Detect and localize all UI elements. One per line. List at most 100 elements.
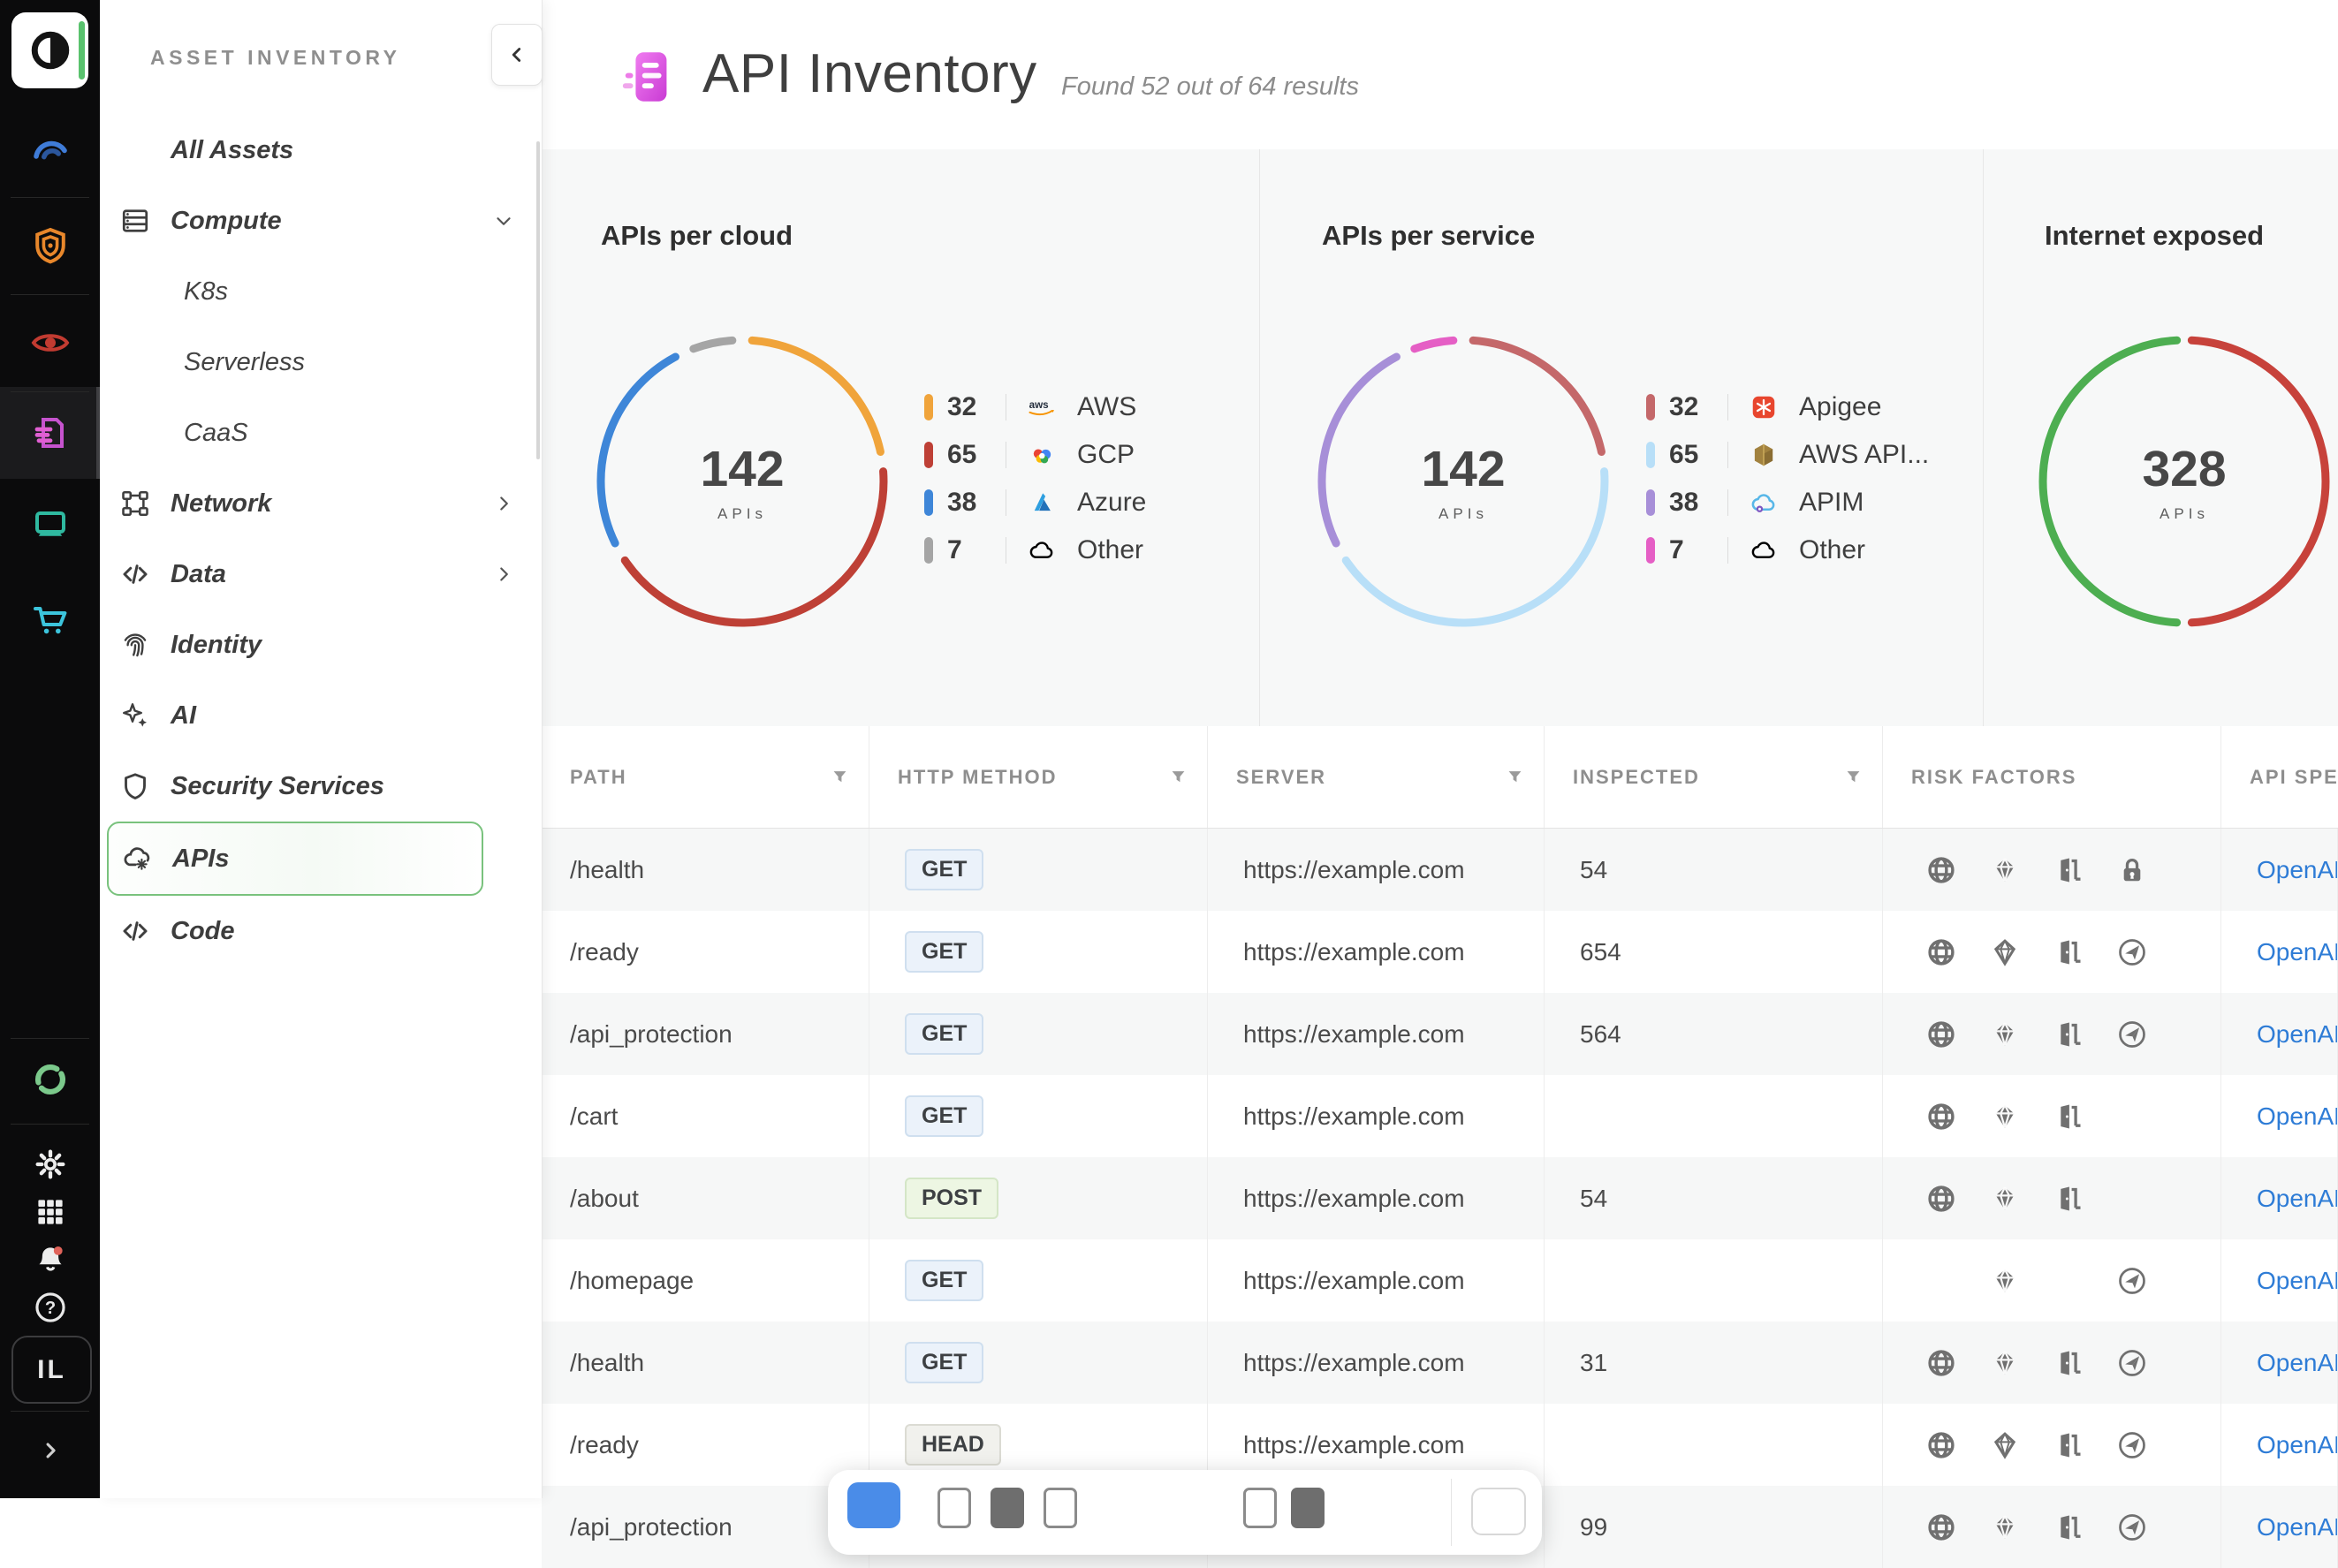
cell-api-spec: OpenAPI: [2221, 911, 2338, 993]
toolbar-icon[interactable]: [991, 1488, 1024, 1528]
rail-expand-button[interactable]: [0, 1424, 100, 1477]
sidebar-item-identity[interactable]: Identity: [100, 610, 542, 680]
legend-swatch: [1646, 442, 1655, 468]
table-row[interactable]: /aboutPOSThttps://example.com54OpenAPI: [542, 1157, 2338, 1239]
cell-risk-factors: [1883, 1075, 2221, 1157]
donut-chart: [592, 331, 892, 632]
rail-item-platform-arcs[interactable]: [0, 104, 100, 193]
sidebar-item-ai[interactable]: AI: [100, 680, 542, 751]
api-spec-link[interactable]: OpenAPI: [2257, 1431, 2338, 1459]
sidebar-item-k8s[interactable]: K8s: [100, 256, 542, 327]
table-row[interactable]: /cartGEThttps://example.comOpenAPI: [542, 1075, 2338, 1157]
legend-item-apigee: 32Apigee: [1646, 383, 1929, 431]
door-risk-icon: [2037, 1511, 2100, 1543]
rail-item-cart-cyan[interactable]: [0, 576, 100, 664]
rail-item-help[interactable]: [0, 1281, 100, 1334]
cell-path: /api_protection: [542, 993, 869, 1075]
gem-risk-icon: [1973, 1101, 2037, 1132]
legend-item-other: 7Other: [1646, 526, 1929, 574]
rail-item-shield-orange[interactable]: [0, 201, 100, 290]
filter-icon[interactable]: [1171, 769, 1186, 784]
api-spec-link[interactable]: OpenAPI: [2257, 1513, 2338, 1541]
sidebar-item-label: Serverless: [184, 348, 305, 377]
rail-item-notifications[interactable]: [0, 1233, 100, 1286]
sidebar-item-caas[interactable]: CaaS: [100, 398, 542, 468]
app-logo[interactable]: [11, 12, 88, 88]
api-spec-link[interactable]: OpenAPI: [2257, 1020, 2338, 1049]
avatar[interactable]: IL: [11, 1336, 92, 1404]
filter-icon[interactable]: [1507, 769, 1522, 784]
plane-risk-icon: [2100, 1019, 2164, 1050]
sidebar-item-network[interactable]: Network: [100, 468, 542, 539]
legend-label: Other: [1799, 535, 1865, 565]
cell-http-method: GET: [869, 911, 1208, 993]
table-row[interactable]: /api_protectionGEThttps://example.com564…: [542, 993, 2338, 1075]
toolbar-icon[interactable]: [937, 1488, 971, 1528]
toolbar-secondary-button[interactable]: [1471, 1488, 1526, 1535]
sidebar-item-data[interactable]: Data: [100, 539, 542, 610]
donut-segment-other: [1415, 340, 1454, 348]
column-header-inspected[interactable]: INSPECTED: [1545, 726, 1883, 828]
toolbar-icon[interactable]: [1243, 1488, 1277, 1528]
globe-risk-icon: [1909, 1429, 1973, 1461]
api-spec-link[interactable]: OpenAPI: [2257, 1185, 2338, 1213]
column-header-path[interactable]: PATH: [542, 726, 869, 828]
sidebar-item-compute[interactable]: Compute: [100, 186, 542, 256]
api-spec-link[interactable]: OpenAPI: [2257, 856, 2338, 884]
chart-apis-per-cloud: APIs per cloud 142 APIs 32AWS65GCP38Azur…: [542, 149, 1259, 726]
rail-item-settings[interactable]: [0, 1138, 100, 1191]
sidebar-nav: All AssetsComputeK8s Serverless CaaSNetwor…: [100, 115, 542, 966]
api-spec-link[interactable]: OpenAPI: [2257, 1102, 2338, 1131]
rail-item-api-pages[interactable]: [0, 389, 100, 477]
cell-path: /cart: [542, 1075, 869, 1157]
chart-legend: 32Apigee65AWS API...38APIM7Other: [1646, 383, 1929, 574]
legend-label: GCP: [1077, 440, 1135, 470]
table-row[interactable]: /readyGEThttps://example.com654OpenAPI: [542, 911, 2338, 993]
cell-path: /health: [542, 1322, 869, 1404]
rail-item-sync-ring[interactable]: [0, 1035, 100, 1124]
legend-label: APIM: [1799, 488, 1864, 518]
gem-o-risk-icon: [1973, 936, 2037, 968]
legend-label: Azure: [1077, 488, 1146, 518]
chevron-left-icon: [505, 43, 528, 66]
column-header-risk-factors[interactable]: RISK FACTORS: [1883, 726, 2221, 828]
sidebar-item-code[interactable]: Code: [100, 896, 542, 966]
column-header-http-method[interactable]: HTTP METHOD: [869, 726, 1208, 828]
sidebar-item-label: AI: [171, 701, 196, 731]
table-row[interactable]: /healthGEThttps://example.com54OpenAPI: [542, 829, 2338, 911]
legend-item-aws-api: 65AWS API...: [1646, 431, 1929, 479]
door-risk-icon: [2037, 1347, 2100, 1379]
sidebar-item-all-assets[interactable]: All Assets: [100, 115, 542, 186]
sidebar-item-label: APIs: [172, 845, 229, 874]
donut-segment-apigee: [1473, 340, 1601, 451]
filter-icon[interactable]: [832, 769, 847, 784]
column-header-api-spec[interactable]: API SPEC: [2221, 726, 2338, 828]
sidebar-collapse-button[interactable]: [491, 24, 543, 86]
column-header-server[interactable]: SERVER: [1208, 726, 1545, 828]
api-spec-link[interactable]: OpenAPI: [2257, 1349, 2338, 1377]
plane-risk-icon: [2100, 1511, 2164, 1543]
charts-band: APIs per cloud 142 APIs 32AWS65GCP38Azur…: [542, 149, 2338, 726]
globe-risk-icon: [1909, 1019, 1973, 1050]
table-row[interactable]: /healthGEThttps://example.com31OpenAPI: [542, 1322, 2338, 1404]
rail-item-apps[interactable]: [0, 1185, 100, 1238]
table-row[interactable]: /homepageGEThttps://example.comOpenAPI: [542, 1239, 2338, 1322]
globe-risk-icon: [1909, 1347, 1973, 1379]
sidebar-item-serverless[interactable]: Serverless: [100, 327, 542, 398]
legend-swatch: [1646, 489, 1655, 516]
sidebar-item-label: Code: [171, 917, 235, 946]
rail-item-workload-teal[interactable]: [0, 479, 100, 567]
chart-title: APIs per service: [1322, 220, 1535, 252]
cell-path: /ready: [542, 911, 869, 993]
cell-http-method: GET: [869, 829, 1208, 911]
filter-icon[interactable]: [1846, 769, 1861, 784]
toolbar-icon[interactable]: [1044, 1488, 1077, 1528]
toolbar-primary-button[interactable]: [847, 1482, 900, 1528]
api-spec-link[interactable]: OpenAPI: [2257, 938, 2338, 966]
api-spec-link[interactable]: OpenAPI: [2257, 1267, 2338, 1295]
sidebar-item-security-services[interactable]: Security Services: [100, 751, 542, 822]
legend-item-azure: 38Azure: [924, 479, 1146, 526]
sidebar-item-apis[interactable]: APIs: [107, 822, 483, 896]
rail-item-eye-red[interactable]: [0, 299, 100, 387]
toolbar-icon[interactable]: [1291, 1488, 1325, 1528]
